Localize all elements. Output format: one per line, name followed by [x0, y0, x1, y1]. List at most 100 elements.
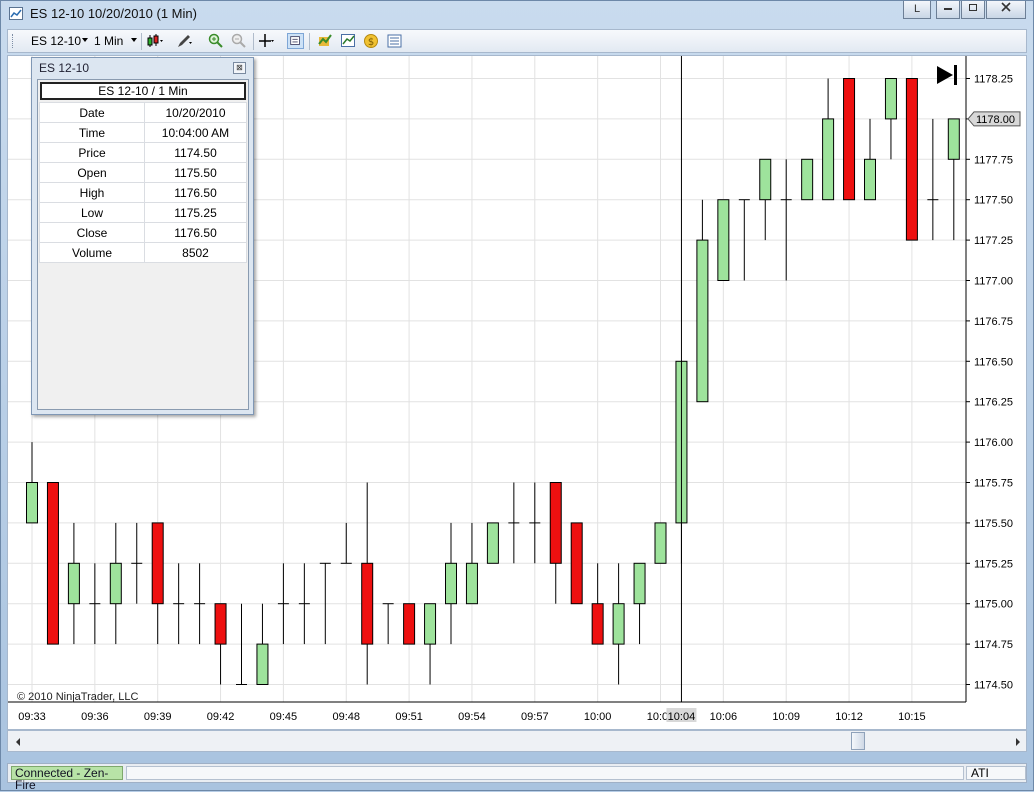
x-tick-label: 09:45	[270, 711, 298, 723]
scroll-to-end-icon[interactable]	[937, 65, 957, 85]
x-tick-label: 10:09	[772, 711, 800, 723]
candle-body	[214, 603, 227, 645]
connection-status: Connected - Zen-Fire	[11, 766, 123, 791]
close-icon: ⊠	[236, 63, 243, 72]
y-tick-label: 1176.75	[974, 316, 1013, 328]
data-box-icon[interactable]	[287, 33, 304, 49]
data-box-value: 8502	[144, 242, 247, 263]
y-tick-label: 1175.00	[974, 599, 1013, 611]
y-tick-label: 1176.00	[974, 437, 1013, 449]
x-tick-label: 10:00	[584, 711, 612, 723]
period-dropdown-icon[interactable]	[131, 38, 137, 42]
data-box-row: Open 1175.50	[39, 162, 247, 183]
y-tick-label: 1177.25	[974, 235, 1013, 247]
candle-body	[884, 78, 897, 120]
data-box-row: Price 1174.50	[39, 142, 247, 163]
data-box-value: 1174.50	[144, 142, 247, 163]
y-tick-label: 1178.25	[974, 74, 1013, 86]
minimize-icon	[944, 8, 952, 10]
candle-body	[445, 562, 457, 605]
data-box-table: Date 10/20/2010 Time 10:04:00 AM Price 1174.5…	[39, 102, 247, 263]
instrument-selector[interactable]: ES 12-10	[31, 34, 81, 48]
x-tick-label: 09:57	[521, 711, 549, 723]
restore-icon	[969, 4, 977, 11]
toolbar-grip[interactable]	[12, 34, 16, 48]
candle-body	[612, 603, 625, 645]
copyright-text: © 2010 NinjaTrader, LLC	[17, 691, 138, 703]
candle-body	[109, 562, 122, 605]
candle-body	[46, 482, 59, 645]
data-box-label: Time	[39, 122, 145, 143]
minimize-button[interactable]	[936, 1, 960, 19]
y-tick-label: 1177.50	[974, 195, 1013, 207]
y-tick-label: 1175.75	[974, 478, 1013, 490]
data-box-close-button[interactable]: ⊠	[233, 62, 246, 74]
data-box-body: ES 12-10 / 1 Min Date 10/20/2010 Time 10:04…	[37, 79, 249, 410]
candle-body	[486, 522, 499, 564]
chart-window: ES 12-10 10/20/2010 (1 Min) L ES 12-10 1…	[0, 0, 1034, 791]
zoom-out-icon[interactable]	[230, 33, 247, 49]
scroll-right-icon[interactable]	[1014, 737, 1022, 747]
status-message-field	[126, 766, 964, 780]
scroll-thumb[interactable]	[851, 732, 865, 750]
close-icon	[1001, 2, 1011, 12]
candle-body	[465, 562, 478, 605]
candle-body	[822, 118, 835, 201]
data-box-label: Close	[39, 222, 145, 243]
horizontal-scrollbar[interactable]	[7, 730, 1027, 752]
ati-status: ATI	[966, 766, 1026, 780]
y-tick-label: 1175.50	[974, 518, 1013, 530]
data-box-value: 1175.50	[144, 162, 247, 183]
candle-body	[424, 603, 437, 645]
data-box-window[interactable]: ES 12-10 ⊠ ES 12-10 / 1 Min Date 10/20/20…	[31, 57, 254, 415]
y-tick-label: 1175.25	[974, 558, 1013, 570]
crosshair-icon[interactable]	[258, 33, 275, 49]
properties-icon[interactable]	[386, 33, 403, 49]
x-tick-label: 09:39	[144, 711, 172, 723]
data-box-value: 10:04:00 AM	[144, 122, 247, 143]
data-box-row: Low 1175.25	[39, 202, 247, 223]
draw-pencil-icon[interactable]	[176, 33, 193, 49]
y-tick-label: 1177.75	[974, 154, 1013, 166]
candle-body	[947, 118, 960, 160]
data-box-row: Date 10/20/2010	[39, 102, 247, 123]
candle-body	[864, 158, 876, 201]
window-title: ES 12-10 10/20/2010 (1 Min)	[30, 6, 197, 21]
strategies-icon[interactable]	[340, 33, 357, 49]
x-tick-label: 09:51	[395, 711, 423, 723]
window-link-button[interactable]: L	[903, 1, 931, 19]
y-tick-label: 1174.75	[974, 639, 1013, 651]
maximize-button[interactable]	[961, 1, 985, 19]
candle-body	[67, 562, 80, 605]
toolbar-separator	[141, 33, 142, 50]
indicators-icon[interactable]	[317, 33, 334, 49]
candle-body	[256, 643, 269, 685]
data-box-label: Open	[39, 162, 145, 183]
candle-body	[759, 158, 772, 201]
instrument-dropdown-icon[interactable]	[82, 38, 88, 42]
data-box-label: Low	[39, 202, 145, 223]
candle-body	[843, 78, 856, 201]
x-tick-label: 10:12	[835, 711, 863, 723]
scroll-left-icon[interactable]	[14, 737, 22, 747]
title-bar[interactable]: ES 12-10 10/20/2010 (1 Min) L	[1, 1, 1033, 27]
x-tick-label: 10:15	[898, 711, 926, 723]
data-box-label: Date	[39, 102, 145, 123]
data-box-label: Volume	[39, 242, 145, 263]
data-box-title: ES 12-10	[39, 61, 90, 75]
crosshair-time-label: 10:04	[668, 711, 696, 723]
close-button[interactable]	[986, 1, 1026, 19]
candle-body	[361, 562, 374, 645]
chart-trader-icon[interactable]: $	[363, 33, 380, 49]
candlestick-style-icon[interactable]	[147, 33, 164, 49]
toolbar-separator	[253, 33, 254, 50]
data-box-row: High 1176.50	[39, 182, 247, 203]
data-box-row: Close 1176.50	[39, 222, 247, 243]
data-box-row: Volume 8502	[39, 242, 247, 263]
zoom-in-icon[interactable]	[207, 33, 224, 49]
data-box-row: Time 10:04:00 AM	[39, 122, 247, 143]
period-selector[interactable]: 1 Min	[94, 34, 123, 48]
x-tick-label: 09:54	[458, 711, 486, 723]
x-tick-label: 10:06	[710, 711, 738, 723]
candle-body	[801, 158, 814, 201]
